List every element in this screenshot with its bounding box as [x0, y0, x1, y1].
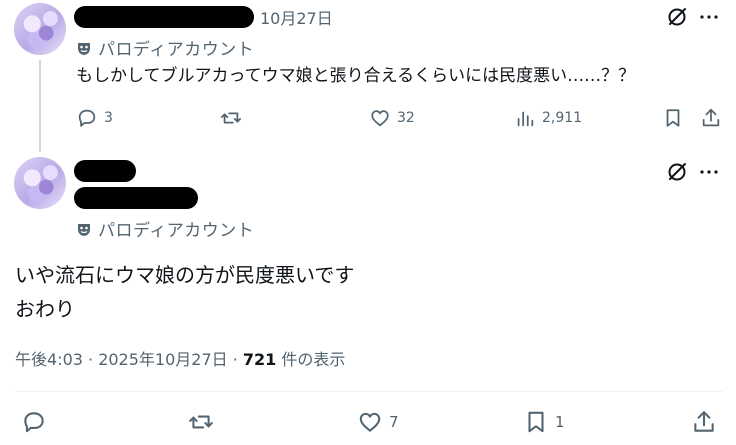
bookmark-icon: [666, 109, 680, 127]
retweet-icon: [189, 415, 213, 429]
like-count: 7: [389, 413, 399, 431]
tweet2-text-line1: いや流石にウマ娘の方が民度悪いです: [15, 263, 355, 287]
parody-mask-icon: [78, 223, 90, 236]
tweet2-parody-label: パロディアカウント: [76, 216, 254, 241]
views-chart-icon: [517, 111, 534, 127]
tweet1-text: もしかしてブルアカってウマ娘と張り合えるくらいには民度悪い……？？: [76, 66, 636, 86]
tweet2-reply-button[interactable]: [21, 409, 47, 435]
share-icon: [702, 108, 720, 127]
tweet2-name-redacted: [74, 160, 136, 182]
tweet2-timestamp[interactable]: 午後4:03 · 2025年10月27日 ·: [15, 350, 243, 369]
tweet2-more-icon[interactable]: [698, 161, 720, 187]
tweet2-share-button[interactable]: [691, 409, 717, 435]
tweet1-name-redacted: [74, 6, 254, 28]
tweet2-like-button[interactable]: 7: [357, 409, 399, 435]
tweet1-like-button[interactable]: 32: [369, 107, 415, 129]
parody-label-text: パロディアカウント: [98, 221, 255, 241]
heart-icon: [359, 412, 381, 432]
tweet1-views-button[interactable]: 2,911: [514, 107, 582, 129]
reply-icon: [78, 109, 96, 127]
tweet2-meta: 午後4:03 · 2025年10月27日 · 721 件の表示: [15, 346, 345, 370]
tweet2-divider: [15, 391, 723, 392]
tweet1-more-icon[interactable]: [698, 6, 720, 32]
tweet1-date[interactable]: 10月27日: [260, 5, 333, 29]
tweet1-share-button[interactable]: [700, 107, 722, 129]
bookmark-count: 1: [555, 413, 565, 431]
reply-icon: [24, 412, 44, 433]
tweet2-grok-icon[interactable]: [666, 161, 688, 187]
parody-mask-icon: [78, 42, 90, 55]
retweet-icon: [220, 112, 242, 124]
share-icon: [694, 411, 714, 432]
tweet1-reply-button[interactable]: 3: [76, 107, 113, 129]
tweet1-retweet-button[interactable]: [220, 107, 242, 129]
tweet2-bookmark-button[interactable]: 1: [523, 409, 565, 435]
heart-icon: [371, 110, 389, 127]
tweet2-view-count: 721: [242, 350, 277, 369]
tweet1-grok-icon[interactable]: [666, 6, 688, 32]
tweet2-handle-redacted: [74, 187, 198, 209]
tweet2-text-line2: おわり: [15, 297, 75, 321]
tweet2-avatar[interactable]: [14, 157, 66, 209]
tweet2-retweet-button[interactable]: [188, 409, 214, 435]
tweet1-avatar[interactable]: [14, 3, 66, 55]
tweet1-parody-label: パロディアカウント: [76, 35, 254, 60]
tweet1-bookmark-button[interactable]: [662, 107, 684, 129]
tweet2-views-suffix: 件の表示: [276, 350, 346, 369]
bookmark-icon: [528, 411, 544, 433]
views-count: 2,911: [542, 110, 583, 126]
parody-label-text: パロディアカウント: [98, 40, 255, 60]
like-count: 32: [397, 110, 415, 126]
reply-count: 3: [104, 110, 113, 126]
thread-line: [39, 60, 41, 152]
